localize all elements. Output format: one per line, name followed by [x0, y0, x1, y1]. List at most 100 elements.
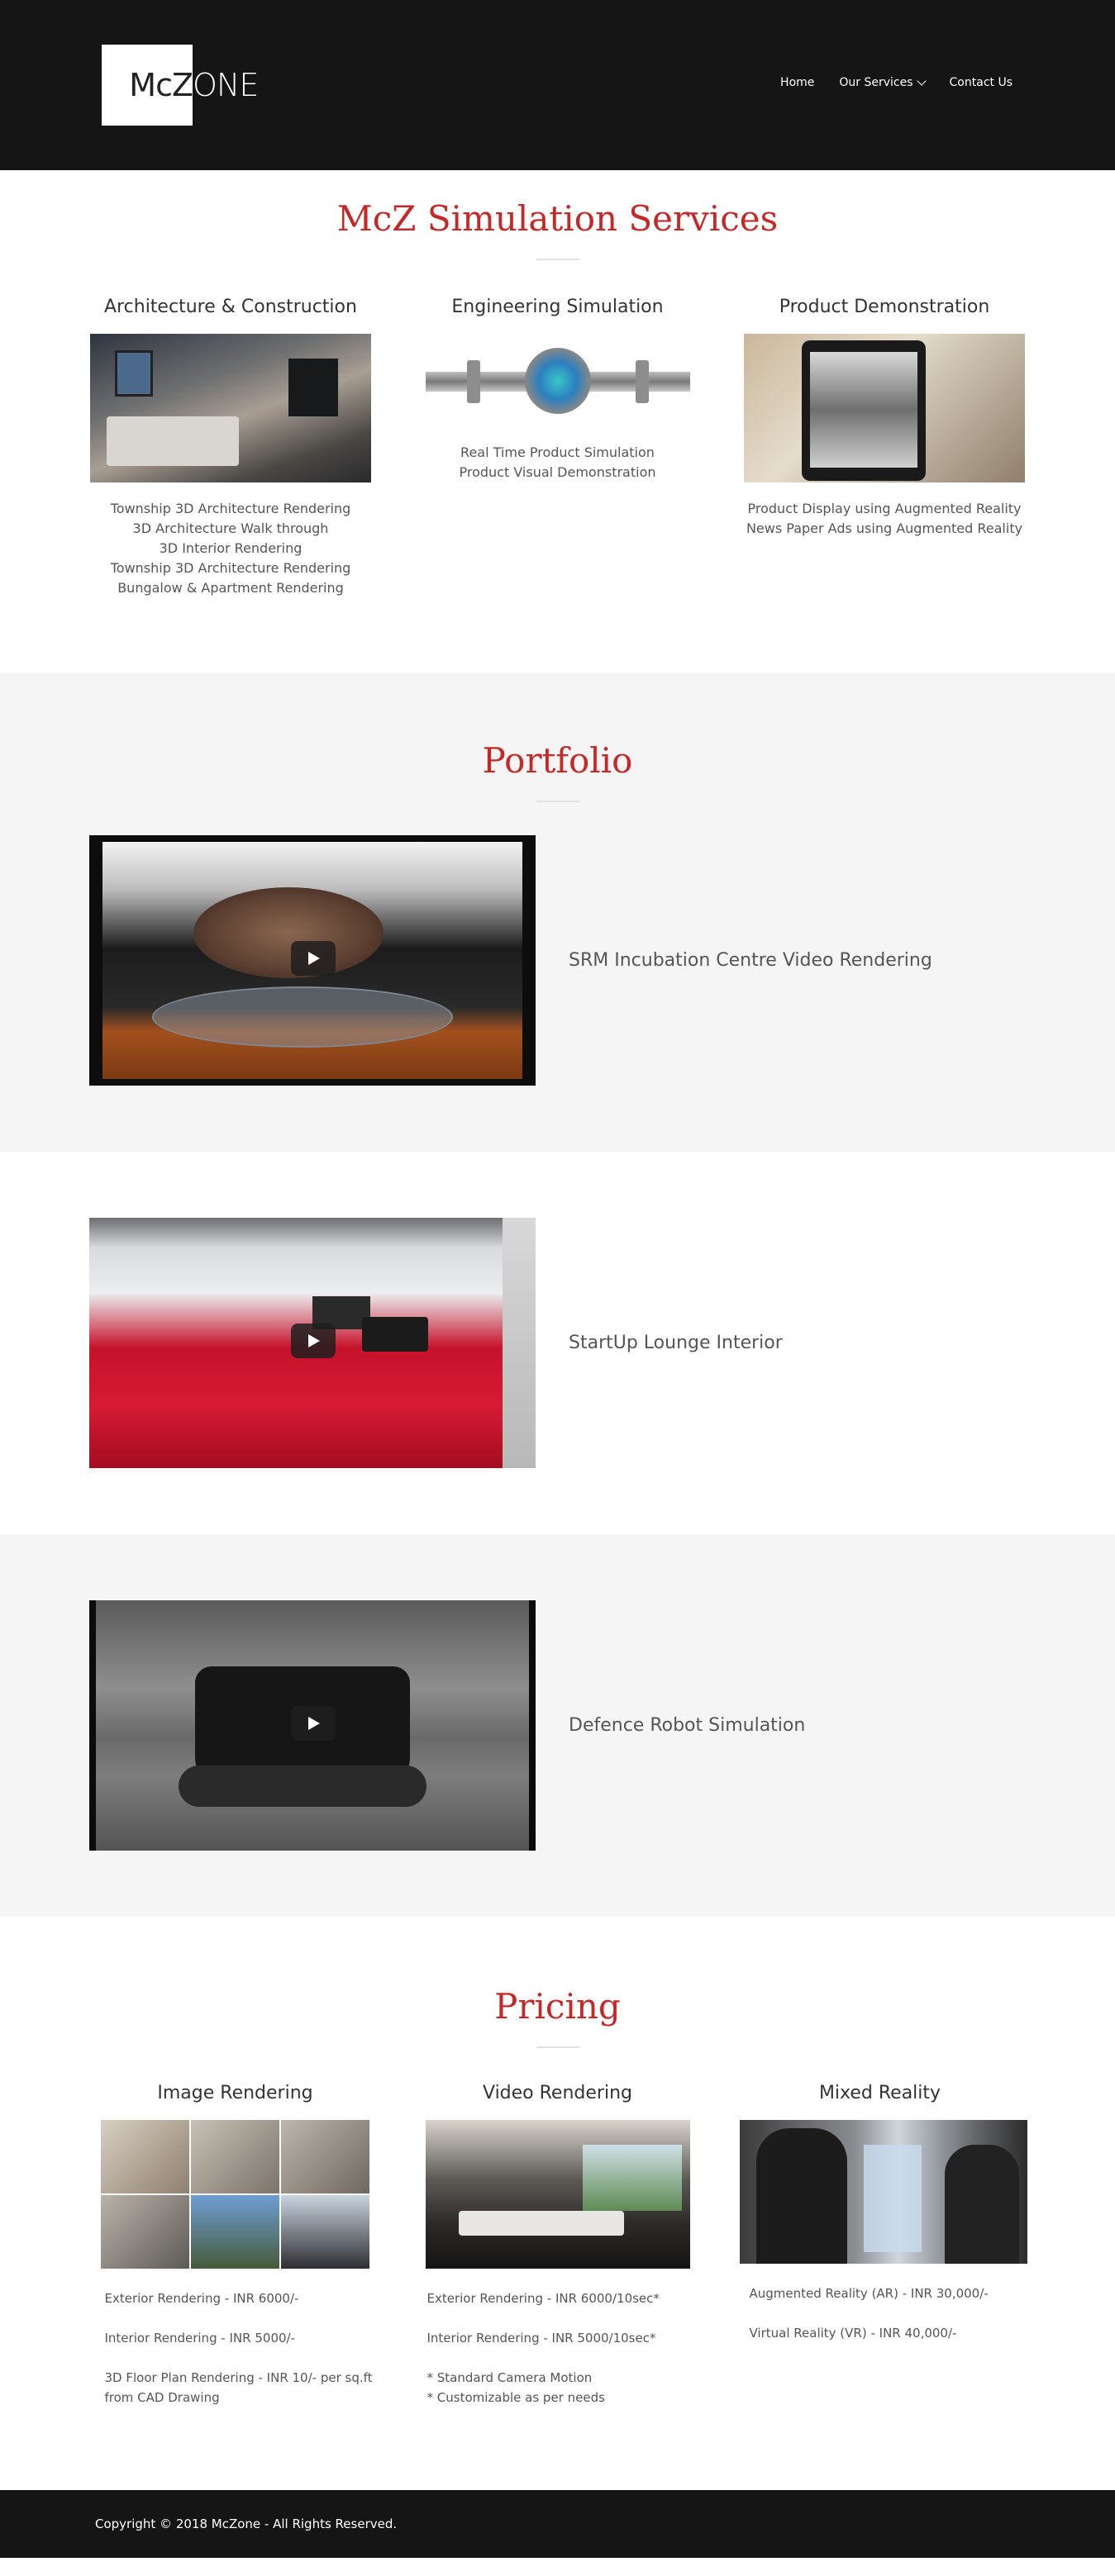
logo-mc-text: McZ [129, 67, 193, 103]
pipe-flange [635, 360, 649, 403]
service-heading: Engineering Simulation [451, 297, 664, 317]
chair [193, 887, 384, 978]
video-player[interactable] [89, 1218, 536, 1468]
nav-contact-us[interactable]: Contact Us [950, 76, 1013, 89]
pricing-item: Exterior Rendering - INR 6000/10sec* [426, 2291, 660, 2306]
services-columns: Architecture & Construction Township 3D … [90, 297, 1025, 598]
pricing-video-rendering: Video Rendering Exterior Rendering - INR… [417, 2083, 698, 2407]
portfolio-title: Portfolio [482, 740, 633, 781]
copyright-text: Copyright © 2018 McZone - All Rights Res… [95, 2517, 398, 2531]
pricing-image-rendering: Image Rendering Exterior Rendering - INR… [95, 2083, 376, 2407]
logo-one-text: ONE [193, 67, 259, 103]
play-icon[interactable] [291, 1324, 336, 1358]
service-engineering: Engineering Simulation Real Time Product… [417, 297, 698, 598]
collage-tile [281, 2120, 369, 2193]
pricing-section: Pricing Image Rendering Exterior Renderi… [0, 1917, 1115, 2490]
pricing-heading: Mixed Reality [818, 2083, 941, 2103]
nav-home-label: Home [780, 76, 815, 89]
robot-track [179, 1766, 426, 1807]
nav-our-services-label: Our Services [839, 76, 913, 89]
nav-home[interactable]: Home [780, 76, 814, 89]
bed [107, 416, 239, 466]
wall-frame [115, 350, 153, 397]
person [755, 2128, 847, 2264]
bedroom-rendering-image [90, 334, 371, 482]
service-product: Product Demonstration Product Display us… [744, 297, 1025, 598]
portfolio-row: StartUp Lounge Interior [0, 1152, 1115, 1534]
nav-contact-us-label: Contact Us [949, 76, 1013, 89]
sofa [458, 2211, 624, 2236]
service-line: Product Display using Augmented Reality [747, 501, 1022, 516]
portfolio-section: Portfolio SRM Incubation Centre Video Re… [0, 673, 1115, 1152]
pricing-items: Exterior Rendering - INR 6000/- Interior… [95, 2288, 376, 2407]
pipe-valve-body [524, 348, 591, 414]
portfolio-item: Defence Robot Simulation [89, 1600, 1026, 1851]
video-caption: SRM Incubation Centre Video Rendering [569, 950, 932, 971]
service-line: 3D Architecture Walk through [132, 520, 329, 536]
divider [536, 2046, 579, 2048]
portfolio-row: Defence Robot Simulation [0, 1534, 1115, 1917]
pricing-item: from CAD Drawing [104, 2390, 220, 2405]
pricing-item: * Standard Camera Motion [426, 2370, 593, 2385]
video-player[interactable] [89, 1600, 536, 1851]
pipe-flange [466, 360, 480, 403]
service-heading: Product Demonstration [779, 297, 990, 317]
video-caption: StartUp Lounge Interior [569, 1333, 783, 1353]
pricing-heading: Image Rendering [157, 2083, 313, 2103]
video-caption: Defence Robot Simulation [569, 1715, 806, 1736]
service-heading: Architecture & Construction [104, 297, 357, 317]
nav-our-services[interactable]: Our Services [839, 76, 927, 89]
pricing-items: Exterior Rendering - INR 6000/10sec* Int… [417, 2288, 698, 2407]
portfolio-row-2: StartUp Lounge Interior [0, 1152, 1115, 1534]
portfolio-item: StartUp Lounge Interior [89, 1218, 1026, 1468]
service-lines: Township 3D Architecture Rendering 3D Ar… [90, 499, 371, 598]
collage-tile [191, 2195, 279, 2269]
window [582, 2145, 682, 2211]
collage-tile [101, 2195, 189, 2269]
floor-plan-collage-image [101, 2120, 369, 2269]
site-footer: Copyright © 2018 McZone - All Rights Res… [0, 2490, 1115, 2558]
pricing-columns: Image Rendering Exterior Rendering - INR… [95, 2083, 1027, 2407]
pricing-heading: Video Rendering [483, 2083, 632, 2103]
site-header: McZ ONE Home Our Services Contact Us [0, 0, 1115, 170]
divider [536, 259, 579, 260]
service-line: Township 3D Architecture Rendering [110, 501, 351, 516]
service-lines: Real Time Product Simulation Product Vis… [417, 443, 698, 482]
service-line: 3D Interior Rendering [159, 540, 303, 556]
pricing-item: Virtual Reality (VR) - INR 40,000/- [749, 2326, 957, 2341]
wall [503, 1218, 536, 1468]
logo-box: McZ [102, 45, 193, 126]
service-lines: Product Display using Augmented Reality … [744, 499, 1025, 539]
service-architecture: Architecture & Construction Township 3D … [90, 297, 371, 598]
tv-unit [288, 359, 338, 416]
pricing-item: Interior Rendering - INR 5000/- [104, 2331, 296, 2345]
chevron-down-icon [916, 76, 927, 86]
portfolio-item: SRM Incubation Centre Video Rendering [89, 835, 1026, 1086]
play-icon[interactable] [291, 941, 336, 976]
play-icon[interactable] [291, 1706, 336, 1741]
ar-phone-image [744, 334, 1025, 482]
glass-table [152, 986, 453, 1048]
service-line: News Paper Ads using Augmented Reality [746, 520, 1023, 536]
service-line: Product Visual Demonstration [459, 464, 656, 480]
pricing-title: Pricing [494, 1986, 621, 2027]
hologram [863, 2145, 922, 2252]
main-nav: Home Our Services Contact Us [780, 76, 1013, 89]
pricing-mixed-reality: Mixed Reality Augmented Reality (AR) - I… [739, 2083, 1027, 2407]
portfolio-head: Portfolio [0, 673, 1115, 802]
logo[interactable]: McZ ONE [102, 44, 267, 126]
portfolio-row: SRM Incubation Centre Video Rendering [0, 802, 1115, 1152]
service-line: Township 3D Architecture Rendering [110, 560, 351, 576]
pricing-item: Interior Rendering - INR 5000/10sec* [426, 2331, 656, 2345]
sofa [362, 1317, 428, 1352]
person [944, 2145, 1019, 2264]
collage-tile [281, 2195, 369, 2269]
pricing-item: 3D Floor Plan Rendering - INR 10/- per s… [104, 2370, 373, 2385]
pipe-simulation-image [417, 335, 698, 426]
pricing-item: Exterior Rendering - INR 6000/- [104, 2291, 299, 2306]
mixed-reality-image [739, 2120, 1027, 2264]
video-player[interactable] [89, 835, 536, 1086]
service-line: Bungalow & Apartment Rendering [117, 580, 344, 596]
pricing-items: Augmented Reality (AR) - INR 30,000/- Vi… [740, 2284, 1021, 2343]
phone-screen [810, 352, 917, 468]
